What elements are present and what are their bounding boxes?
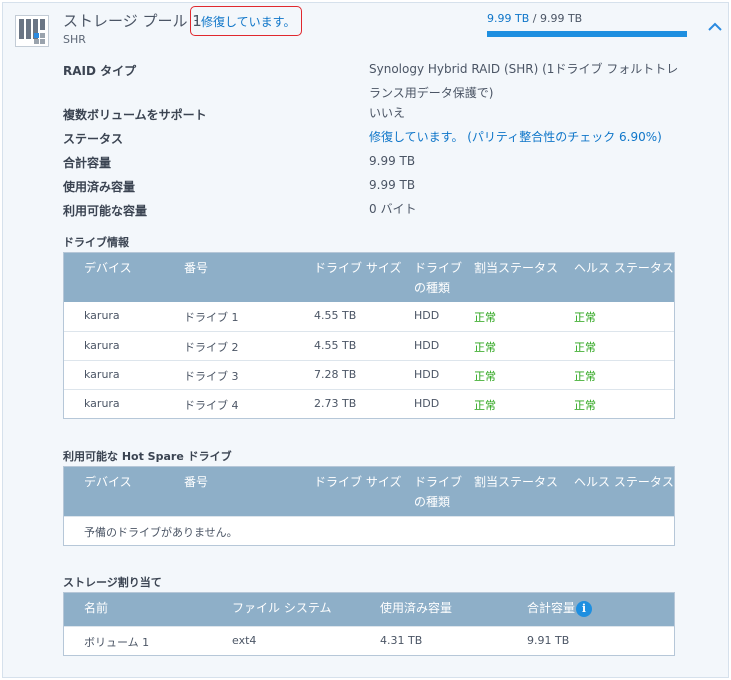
storage-pool-icon: [15, 15, 49, 47]
table-row[interactable]: ボリューム 1 ext4 4.31 TB 9.91 TB: [64, 626, 674, 655]
cell-device: karura: [84, 339, 120, 352]
cell-number: ドライブ 4: [184, 399, 239, 412]
cell-type: HDD: [414, 309, 440, 322]
cell-number: ドライブ 1: [184, 311, 239, 324]
info-row-status: ステータス 修復しています。 (パリティ整合性のチェック 6.90%): [63, 125, 683, 149]
column-header-allocation-status: 割当ステータス: [474, 475, 559, 489]
column-header-total-capacity: 合計容量: [527, 601, 576, 615]
column-header-drive-type: ドライブの種類: [414, 261, 463, 295]
cell-health-status: 正常: [574, 341, 596, 354]
drive-rows: karura ドライブ 1 4.55 TB HDD 正常 正常 karura ド…: [64, 302, 674, 418]
column-header-number: 番号: [184, 261, 209, 275]
cell-health-status: 正常: [574, 311, 596, 324]
empty-message: 予備のドライブがありません。: [84, 526, 238, 539]
cell-health-status: 正常: [574, 399, 596, 412]
capacity-readout: 9.99 TB / 9.99 TB: [487, 12, 582, 25]
info-label: RAID タイプ: [63, 64, 137, 78]
storage-allocation-title: ストレージ割り当て: [63, 576, 162, 589]
highlight-annotation: [190, 6, 302, 36]
cell-size: 2.73 TB: [314, 397, 357, 410]
cell-health-status: 正常: [574, 370, 596, 383]
info-row-total-capacity: 合計容量 9.99 TB: [63, 149, 683, 173]
hot-spare-title: 利用可能な Hot Spare ドライブ: [63, 450, 232, 463]
empty-row: 予備のドライブがありません。: [64, 516, 674, 545]
chevron-up-icon[interactable]: [707, 21, 723, 33]
info-label: 複数ボリュームをサポート: [63, 108, 207, 122]
info-icon[interactable]: i: [576, 601, 592, 617]
status-value: 修復しています。 (パリティ整合性のチェック 6.90%): [369, 130, 662, 144]
info-value: 0 バイト: [369, 202, 417, 216]
cell-volume-name: ボリューム 1: [84, 636, 150, 649]
drive-info-title: ドライブ情報: [63, 236, 129, 249]
info-label: 合計容量: [63, 156, 112, 170]
cell-size: 4.55 TB: [314, 309, 357, 322]
table-header: 名前 ファイル システム 使用済み容量 合計容量 i: [64, 593, 674, 626]
table-row: karura ドライブ 4 2.73 TB HDD 正常 正常: [64, 389, 674, 418]
info-row-available-capacity: 利用可能な容量 0 バイト: [63, 197, 683, 221]
cell-device: karura: [84, 397, 120, 410]
info-row-multi-volume: 複数ボリュームをサポート いいえ: [63, 101, 683, 125]
cell-type: HDD: [414, 368, 440, 381]
cell-used-capacity: 4.31 TB: [380, 634, 423, 647]
info-value: いいえ: [369, 106, 406, 120]
cell-type: HDD: [414, 339, 440, 352]
column-header-health-status: ヘルス ステータス: [574, 475, 674, 489]
cell-size: 4.55 TB: [314, 339, 357, 352]
cell-device: karura: [84, 368, 120, 381]
column-header-device: デバイス: [84, 261, 132, 275]
info-row-used-capacity: 使用済み容量 9.99 TB: [63, 173, 683, 197]
cell-size: 7.28 TB: [314, 368, 357, 381]
info-row-raid-type: RAID タイプ Synology Hybrid RAID (SHR) (1ドラ…: [63, 57, 683, 105]
capacity-total: 9.99 TB: [539, 12, 583, 25]
pool-raid-subtitle: SHR: [63, 33, 86, 46]
info-label: 利用可能な容量: [63, 204, 148, 218]
column-header-allocation-status: 割当ステータス: [474, 261, 559, 275]
cell-allocation-status: 正常: [474, 399, 496, 412]
capacity-bar-fill: [487, 31, 687, 37]
cell-number: ドライブ 2: [184, 341, 239, 354]
column-header-name: 名前: [84, 601, 109, 615]
hot-spare-table: デバイス 番号 ドライブ サイズ ドライブの種類 割当ステータス ヘルス ステー…: [63, 466, 675, 546]
capacity-bar: [487, 31, 687, 37]
cell-allocation-status: 正常: [474, 311, 496, 324]
table-row: karura ドライブ 3 7.28 TB HDD 正常 正常: [64, 360, 674, 389]
pool-title: ストレージ プール 1: [63, 12, 202, 30]
table-row: karura ドライブ 1 4.55 TB HDD 正常 正常: [64, 302, 674, 331]
info-value: Synology Hybrid RAID (SHR) (1ドライブ フォルトトレ…: [369, 62, 679, 100]
cell-number: ドライブ 3: [184, 370, 239, 383]
table-header: デバイス 番号 ドライブ サイズ ドライブの種類 割当ステータス ヘルス ステー…: [64, 467, 674, 516]
info-label: ステータス: [63, 132, 124, 146]
cell-total-capacity: 9.91 TB: [527, 634, 570, 647]
cell-type: HDD: [414, 397, 440, 410]
column-header-file-system: ファイル システム: [232, 601, 332, 615]
capacity-separator: /: [529, 12, 540, 25]
info-value: 9.99 TB: [369, 178, 416, 192]
cell-allocation-status: 正常: [474, 341, 496, 354]
table-row: karura ドライブ 2 4.55 TB HDD 正常 正常: [64, 331, 674, 360]
cell-allocation-status: 正常: [474, 370, 496, 383]
drive-info-table: デバイス 番号 ドライブ サイズ ドライブの種類 割当ステータス ヘルス ステー…: [63, 252, 675, 419]
column-header-number: 番号: [184, 475, 209, 489]
column-header-device: デバイス: [84, 475, 132, 489]
storage-pool-panel: ストレージ プール 1 - 修復しています。 SHR 9.99 TB / 9.9…: [2, 2, 729, 678]
table-header: デバイス 番号 ドライブ サイズ ドライブの種類 割当ステータス ヘルス ステー…: [64, 253, 674, 302]
column-header-health-status: ヘルス ステータス: [574, 261, 674, 275]
column-header-drive-type: ドライブの種類: [414, 475, 463, 509]
column-header-drive-size: ドライブ サイズ: [314, 261, 402, 275]
capacity-used: 9.99 TB: [487, 12, 530, 25]
column-header-used-capacity: 使用済み容量: [380, 601, 453, 615]
column-header-drive-size: ドライブ サイズ: [314, 475, 402, 489]
cell-device: karura: [84, 309, 120, 322]
info-label: 使用済み容量: [63, 180, 136, 194]
info-value: 9.99 TB: [369, 154, 416, 168]
cell-file-system: ext4: [232, 634, 257, 647]
storage-allocation-table: 名前 ファイル システム 使用済み容量 合計容量 i ボリューム 1 ext4 …: [63, 592, 675, 656]
